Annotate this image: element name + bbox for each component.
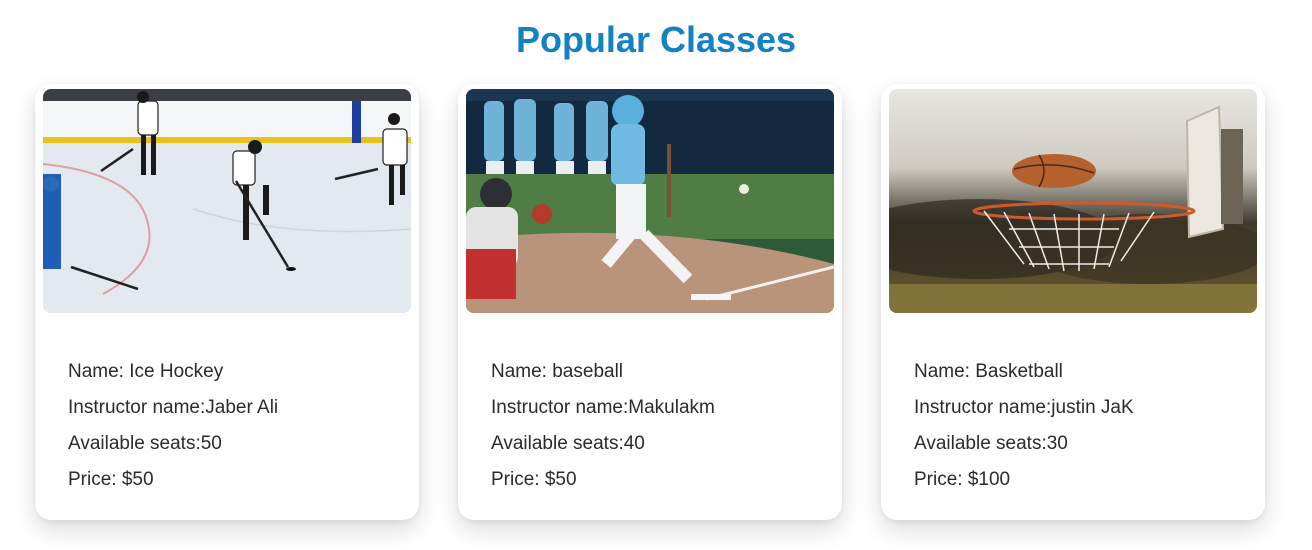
class-card-ice-hockey[interactable]: Name: Ice Hockey Instructor name:Jaber A… — [35, 84, 419, 520]
class-price: Price: $50 — [68, 469, 154, 490]
available-seats: Available seats:40 — [491, 433, 645, 454]
instructor-name: Instructor name:Makulakm — [491, 397, 715, 418]
available-seats: Available seats:30 — [914, 433, 1068, 454]
basketball-image — [889, 89, 1257, 313]
class-price: Price: $100 — [914, 469, 1011, 490]
class-name: Name: Ice Hockey — [68, 361, 224, 382]
class-name: Name: Basketball — [914, 361, 1063, 382]
popular-classes-section: Popular Classes Name: Ice Hockey Instruc… — [0, 0, 1312, 550]
class-card-baseball[interactable]: Name: baseball Instructor name:Makulakm … — [458, 84, 842, 520]
section-title: Popular Classes — [515, 19, 797, 60]
ice-hockey-image — [43, 89, 411, 313]
available-seats: Available seats:50 — [68, 433, 222, 454]
class-info: Name: baseball Instructor name:Makulakm … — [491, 354, 821, 498]
baseball-image — [466, 89, 834, 313]
class-card-basketball[interactable]: Name: Basketball Instructor name:justin … — [881, 84, 1265, 520]
instructor-name: Instructor name:Jaber Ali — [68, 397, 279, 418]
instructor-name: Instructor name:justin JaK — [914, 397, 1134, 418]
class-info: Name: Basketball Instructor name:justin … — [914, 354, 1244, 498]
class-price: Price: $50 — [491, 469, 577, 490]
class-info: Name: Ice Hockey Instructor name:Jaber A… — [68, 354, 398, 498]
class-name: Name: baseball — [491, 361, 624, 382]
